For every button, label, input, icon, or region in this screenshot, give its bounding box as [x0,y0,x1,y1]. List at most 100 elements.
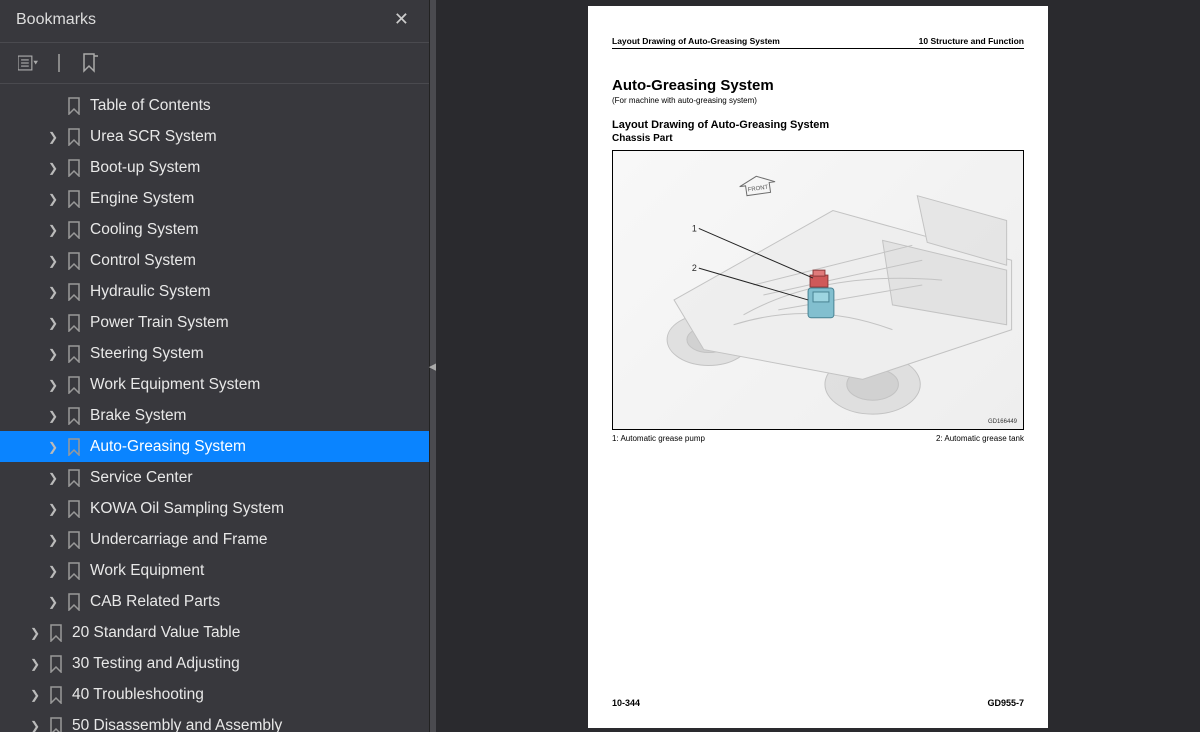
chevron-right-icon[interactable]: ❯ [46,285,60,299]
bookmark-label: Hydraulic System [90,283,211,301]
bookmark-item[interactable]: ❯ Undercarriage and Frame [0,524,429,555]
chevron-right-icon[interactable]: ❯ [46,316,60,330]
page-heading-2: Layout Drawing of Auto-Greasing System [612,119,1024,131]
bookmark-icon [66,221,82,239]
chevron-right-icon[interactable]: ❯ [46,378,60,392]
bookmark-icon [66,314,82,332]
bookmark-icon [66,438,82,456]
bookmark-icon [48,624,64,642]
page-number: 10-344 [612,698,640,708]
document-viewport[interactable]: Layout Drawing of Auto-Greasing System 1… [436,0,1200,732]
chevron-right-icon[interactable]: ❯ [28,688,42,702]
bookmark-label: Steering System [90,345,204,363]
bookmark-label: CAB Related Parts [90,593,220,611]
page-header-right: 10 Structure and Function [919,36,1024,46]
bookmark-item[interactable]: ❯ Engine System [0,183,429,214]
chevron-right-icon[interactable]: ❯ [46,254,60,268]
svg-text:FRONT: FRONT [748,185,769,194]
svg-text:2: 2 [692,263,697,273]
bookmarks-panel: Bookmarks ✕ ❯Table of Contents ❯ Urea SCR … [0,0,430,732]
chevron-right-icon[interactable]: ❯ [46,471,60,485]
bookmark-label: 40 Troubleshooting [72,686,204,704]
bookmark-item[interactable]: ❯ CAB Related Parts [0,586,429,617]
bookmark-label: Cooling System [90,221,199,239]
bookmark-item[interactable]: ❯ Brake System [0,400,429,431]
chevron-right-icon[interactable]: ❯ [46,533,60,547]
bookmark-icon [48,717,64,732]
bookmark-label: Work Equipment [90,562,204,580]
chevron-right-icon[interactable]: ❯ [46,192,60,206]
bookmark-item[interactable]: ❯ Hydraulic System [0,276,429,307]
bookmark-icon [66,128,82,146]
bookmark-icon [66,190,82,208]
bookmark-icon [66,283,82,301]
page-heading-3: Chassis Part [612,133,1024,144]
bookmark-label: Urea SCR System [90,128,217,146]
chevron-right-icon[interactable]: ❯ [28,626,42,640]
bookmark-item[interactable]: ❯ Cooling System [0,214,429,245]
bookmark-item[interactable]: ❯ Steering System [0,338,429,369]
pdf-page: Layout Drawing of Auto-Greasing System 1… [588,6,1048,728]
bookmarks-header: Bookmarks ✕ [0,0,429,43]
model-number: GD955-7 [987,698,1024,708]
current-bookmark-icon[interactable] [80,53,100,73]
bookmark-label: Brake System [90,407,186,425]
bookmark-item[interactable]: ❯ 50 Disassembly and Assembly [0,710,429,732]
bookmark-item[interactable]: ❯Power Train System [0,307,429,338]
bookmark-item[interactable]: ❯Table of Contents [0,90,429,121]
bookmark-label: Service Center [90,469,193,487]
bookmark-item[interactable]: ❯30 Testing and Adjusting [0,648,429,679]
chevron-right-icon[interactable]: ❯ [28,719,42,732]
bookmark-item[interactable]: ❯ KOWA Oil Sampling System [0,493,429,524]
bookmark-item[interactable]: ❯ Service Center [0,462,429,493]
bookmark-icon [66,407,82,425]
chevron-right-icon[interactable]: ❯ [46,595,60,609]
bookmarks-title: Bookmarks [16,11,96,29]
callout-2: 2: Automatic grease tank [936,434,1024,443]
chevron-right-icon[interactable]: ❯ [28,657,42,671]
bookmark-item[interactable]: ❯20 Standard Value Table [0,617,429,648]
bookmark-icon [66,469,82,487]
front-arrow: FRONT [739,174,777,197]
page-header-left: Layout Drawing of Auto-Greasing System [612,36,780,46]
bookmark-icon [66,159,82,177]
bookmark-icon [66,345,82,363]
bookmark-label: Boot-up System [90,159,200,177]
diagram-id: GD166449 [988,419,1017,425]
bookmarks-toolbar [0,43,429,84]
bookmark-item[interactable]: ❯ Urea SCR System [0,121,429,152]
bookmark-item[interactable]: ❯ Boot-up System [0,152,429,183]
bookmark-item[interactable]: ❯Work Equipment System [0,369,429,400]
bookmark-label: Control System [90,252,196,270]
options-icon[interactable] [18,53,38,73]
chevron-right-icon[interactable]: ❯ [46,502,60,516]
chevron-right-icon[interactable]: ❯ [46,409,60,423]
bookmark-icon [48,655,64,673]
bookmark-label: KOWA Oil Sampling System [90,500,284,518]
bookmark-label: Engine System [90,190,194,208]
bookmark-label: Undercarriage and Frame [90,531,267,549]
chevron-right-icon[interactable]: ❯ [46,564,60,578]
bookmark-label: Auto-Greasing System [90,438,246,456]
bookmark-icon [66,252,82,270]
bookmark-item[interactable]: ❯ 40 Troubleshooting [0,679,429,710]
callout-1: 1: Automatic grease pump [612,434,705,443]
chevron-right-icon[interactable]: ❯ [46,161,60,175]
close-icon[interactable]: ✕ [388,5,415,34]
page-subtitle: (For machine with auto-greasing system) [612,96,1024,105]
toolbar-divider [58,54,60,72]
page-title: Auto-Greasing System [612,77,1024,94]
chevron-right-icon[interactable]: ❯ [46,223,60,237]
bookmark-item[interactable]: ❯ Work Equipment [0,555,429,586]
chevron-right-icon[interactable]: ❯ [46,347,60,361]
bookmarks-tree[interactable]: ❯Table of Contents ❯ Urea SCR System ❯ Boot-… [0,84,429,732]
chevron-right-icon[interactable]: ❯ [46,130,60,144]
chevron-right-icon[interactable]: ❯ [46,440,60,454]
bookmark-icon [66,562,82,580]
bookmark-icon [48,686,64,704]
bookmark-icon [66,531,82,549]
diagram-figure: FRONT 1 2 GD166449 [612,150,1024,430]
bookmark-item[interactable]: ❯ Control System [0,245,429,276]
bookmark-label: 50 Disassembly and Assembly [72,717,282,732]
bookmark-item[interactable]: ❯ Auto-Greasing System [0,431,429,462]
